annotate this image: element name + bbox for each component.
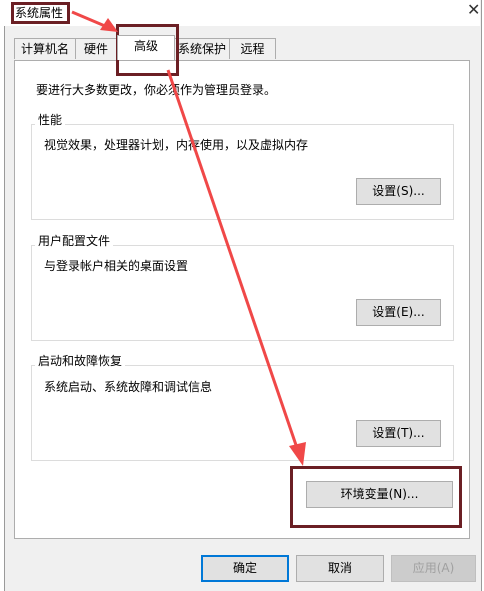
- cancel-button[interactable]: 取消: [296, 555, 384, 582]
- startup-recovery-description: 系统启动、系统故障和调试信息: [44, 380, 213, 394]
- tab-advanced[interactable]: 高级: [117, 35, 175, 60]
- performance-description: 视觉效果，处理器计划，内存使用，以及虚拟内存: [44, 138, 309, 152]
- ok-button[interactable]: 确定: [201, 555, 289, 582]
- title-bar: 系统属性 ✕: [4, 0, 480, 26]
- admin-notice: 要进行大多数更改，你必须作为管理员登录。: [36, 83, 277, 97]
- startup-recovery-label: 启动和故障恢复: [35, 352, 126, 369]
- tab-system-protection[interactable]: 系统保护: [174, 38, 230, 59]
- performance-settings-button[interactable]: 设置(S)...: [356, 178, 441, 205]
- env-button-highlight-box: [290, 466, 462, 528]
- performance-label: 性能: [35, 111, 66, 128]
- user-profiles-description: 与登录帐户相关的桌面设置: [44, 259, 189, 273]
- close-icon[interactable]: ✕: [467, 2, 480, 18]
- user-profiles-label: 用户配置文件: [35, 232, 114, 249]
- title-highlight-box: [11, 2, 70, 24]
- user-profiles-settings-button[interactable]: 设置(E)...: [356, 299, 441, 326]
- startup-recovery-settings-button[interactable]: 设置(T)...: [356, 420, 441, 447]
- tab-remote[interactable]: 远程: [229, 38, 276, 59]
- apply-button[interactable]: 应用(A): [391, 555, 476, 582]
- tab-hardware[interactable]: 硬件: [75, 38, 117, 59]
- tab-computer-name[interactable]: 计算机名: [14, 38, 76, 59]
